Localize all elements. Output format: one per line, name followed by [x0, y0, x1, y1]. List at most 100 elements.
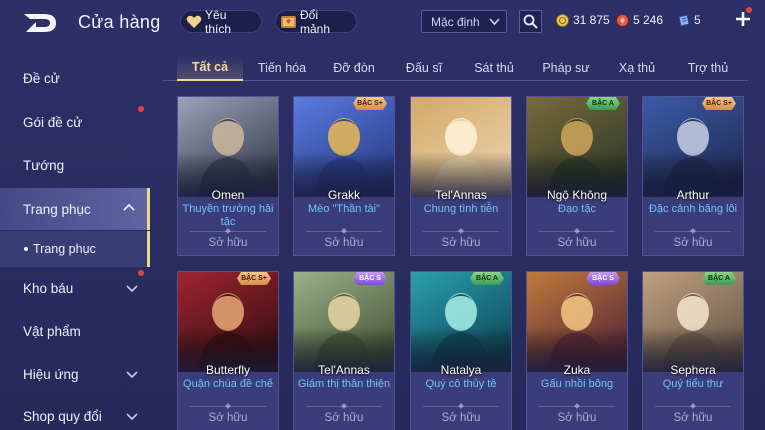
owned-status: Sở hữu [324, 237, 364, 249]
owned-status: Sở hữu [208, 237, 248, 249]
skin-card[interactable]: BẬC A Sephera Quý tiểu thư Sở hữu [642, 271, 744, 430]
tier-badge: BẬC S [586, 272, 620, 285]
sidebar-item-skins[interactable]: Trang phục [0, 188, 150, 230]
skin-artwork [527, 272, 627, 372]
skin-name: Thuyền trưởng hải tặc [182, 203, 274, 228]
divider [655, 406, 731, 407]
tier-badge: BẬC S+ [237, 272, 271, 285]
ruby-icon [616, 13, 629, 27]
hero-name: Zuka [563, 363, 591, 377]
voucher-balance: 5 [677, 12, 701, 28]
shop-screen: Cửa hàng Yêu thích Đổi mảnh Mặc định 31 … [0, 0, 765, 430]
owned-status: Sở hữu [673, 237, 713, 249]
skin-artwork [411, 272, 511, 372]
divider [655, 231, 731, 232]
tab-all[interactable]: Tất cả [177, 55, 243, 81]
skin-card[interactable]: BẬC S Zuka Gấu nhồi bông Sở hữu [526, 271, 628, 430]
skin-card[interactable]: BẬC A Ngộ Không Đạo tặc Sở hữu [526, 96, 628, 256]
owned-status: Sở hữu [557, 237, 597, 249]
chevron-down-icon [126, 413, 138, 421]
tier-badge: BẬC S+ [702, 97, 736, 110]
tab-assassin[interactable]: Sát thủ [465, 55, 523, 81]
notification-dot [138, 270, 144, 276]
gold-balance: 31 875 [556, 12, 610, 28]
hero-name: Ngộ Không [546, 188, 608, 202]
skin-artwork [294, 97, 394, 197]
owned-status: Sở hữu [324, 412, 364, 424]
sidebar-item-featured[interactable]: Đề cử [0, 58, 150, 98]
favorites-button[interactable]: Yêu thích [180, 8, 262, 36]
skin-card[interactable]: Omen Thuyền trưởng hải tặc Sở hữu [177, 96, 279, 256]
tab-mage[interactable]: Pháp sư [535, 55, 597, 81]
skin-card[interactable]: Tel'Annas Chung tình tiễn Sở hữu [410, 96, 512, 256]
hero-name: Tel'Annas [318, 363, 370, 377]
search-icon [523, 14, 538, 29]
top-up-button[interactable] [733, 7, 753, 29]
divider [306, 406, 382, 407]
sidebar-item-exchange-shop[interactable]: Shop quy đổi [0, 396, 150, 430]
tab-evolution[interactable]: Tiến hóa [251, 55, 313, 81]
sidebar-subitem-label: Trang phục [33, 242, 96, 256]
ruby-value: 5 246 [633, 13, 664, 27]
sidebar-item-label: Hiệu ứng [23, 366, 79, 382]
tab-marksman[interactable]: Xạ thủ [609, 55, 665, 81]
sidebar-item-effects[interactable]: Hiệu ứng [0, 354, 150, 394]
role-filter-tabs: Tất cả Tiến hóa Đỡ đòn Đấu sĩ Sát thủ Ph… [163, 55, 748, 81]
sidebar-item-label: Kho báu [23, 280, 74, 296]
skin-card[interactable]: BẬC S+ Butterfly Quận chúa đề chế Sở hữu [177, 271, 279, 430]
skin-artwork [643, 272, 743, 372]
divider [539, 231, 615, 232]
skin-card[interactable]: BẬC S+ Arthur Đặc cảnh băng lôi Sở hữu [642, 96, 744, 256]
fragments-label: Đổi mảnh [300, 7, 331, 36]
tier-badge: BẬC A [470, 272, 504, 285]
tier-badge: BẬC S [353, 272, 387, 285]
top-bar: Cửa hàng Yêu thích Đổi mảnh Mặc định 31 … [0, 0, 765, 45]
skin-name: Đạo tặc [558, 203, 596, 215]
tier-badge: BẬC A [702, 272, 736, 285]
hero-name: Arthur [676, 188, 710, 202]
sidebar-item-items[interactable]: Vật phẩm [0, 311, 150, 351]
sidebar-item-label: Trang phục [23, 201, 91, 217]
sidebar-item-featured-bundles[interactable]: Gói đề cử [0, 102, 150, 142]
chevron-down-icon [126, 285, 138, 293]
chevron-down-icon [489, 18, 500, 26]
exchange-fragments-button[interactable]: Đổi mảnh [275, 7, 357, 36]
skin-grid: Omen Thuyền trưởng hải tặc Sở hữu BẬC S+ Gra… [177, 96, 747, 430]
hero-name: Tel'Annas [435, 188, 487, 202]
skin-name: Chung tình tiễn [423, 203, 499, 215]
skin-card[interactable]: BẬC S+ Grakk Mèo "Thần tài" Sở hữu [293, 96, 395, 256]
hero-name: Natalya [440, 363, 482, 377]
sidebar-item-label: Vật phẩm [23, 323, 81, 339]
voucher-icon [678, 13, 690, 27]
tier-badge: BẬC A [586, 97, 620, 110]
sidebar: Đề cử Gói đề cử Tướng Trang phục Trang p… [0, 58, 150, 430]
skin-card[interactable]: BẬC A Natalya Quý cô thủy tề Sở hữu [410, 271, 512, 430]
hero-name: Grakk [327, 188, 360, 202]
sort-dropdown[interactable]: Mặc định [421, 10, 507, 33]
sidebar-item-heroes[interactable]: Tướng [0, 145, 150, 185]
sidebar-item-treasure[interactable]: Kho báu [0, 268, 150, 308]
page-title: Cửa hàng [78, 12, 161, 32]
heart-icon [185, 13, 202, 31]
skin-card[interactable]: BẬC S Tel'Annas Giám thị thân thiện Sở hữu [293, 271, 395, 430]
skin-name: Đặc cảnh băng lôi [648, 203, 738, 215]
voucher-value: 5 [694, 13, 701, 27]
sidebar-subitem-skins[interactable]: Trang phục [0, 231, 150, 267]
sidebar-item-label: Shop quy đổi [23, 408, 102, 424]
tab-fighter[interactable]: Đấu sĩ [395, 55, 453, 81]
notification-dot [746, 7, 752, 13]
search-button[interactable] [519, 10, 542, 33]
skin-name: Giám thị thân thiện [297, 378, 391, 390]
divider [190, 231, 266, 232]
owned-status: Sở hữu [441, 237, 481, 249]
owned-status: Sở hữu [673, 412, 713, 424]
gold-value: 31 875 [573, 13, 610, 27]
gold-coin-icon [556, 13, 569, 27]
skin-artwork [527, 97, 627, 197]
tab-tank[interactable]: Đỡ đòn [323, 55, 385, 81]
skin-name: Mèo "Thần tài" [307, 203, 380, 215]
back-button[interactable] [22, 10, 64, 36]
divider [423, 231, 499, 232]
tab-support[interactable]: Trợ thủ [677, 55, 739, 81]
chevron-down-icon [126, 371, 138, 379]
